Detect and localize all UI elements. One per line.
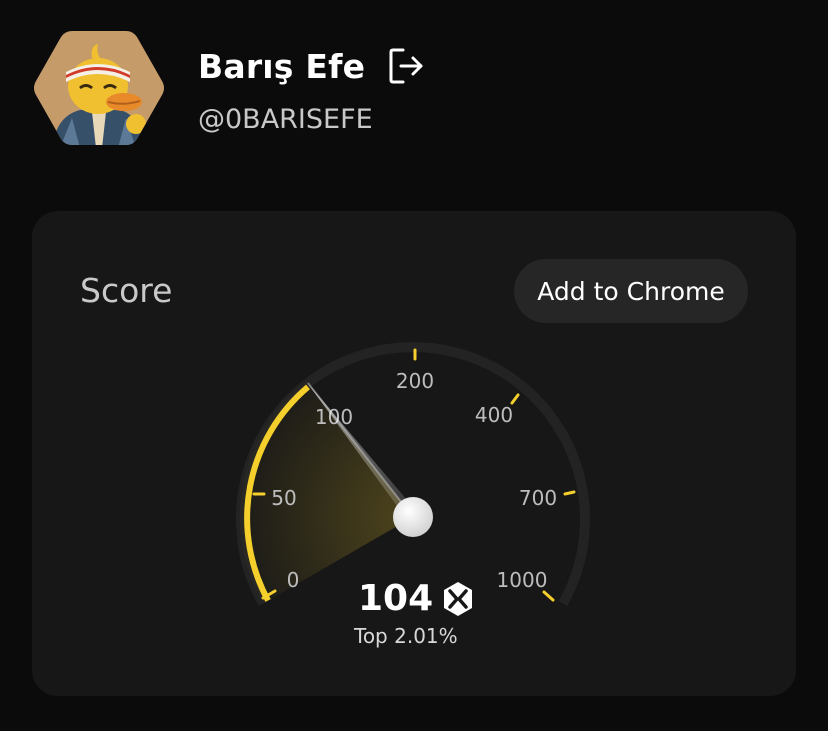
profile-name: Barış Efe	[198, 46, 366, 86]
score-value: 104	[358, 578, 434, 619]
name-row: Barış Efe	[198, 46, 427, 86]
gauge-tick-1000	[542, 590, 555, 602]
xs-logo-icon	[444, 581, 473, 616]
profile-header: Barış Efe @0BARISEFE	[32, 28, 792, 152]
logout-icon[interactable]	[387, 46, 427, 86]
score-rank: Top 2.01%	[354, 624, 458, 648]
gauge-tick-400	[510, 393, 520, 405]
gauge-tick-label-200: 200	[396, 369, 434, 393]
gauge-tick-label-700: 700	[519, 486, 557, 510]
gauge-tick-label-1000: 1000	[497, 568, 548, 592]
gauge-knob	[393, 497, 433, 537]
score-value-row: 104	[358, 578, 475, 619]
gauge-tick-label-400: 400	[475, 403, 513, 427]
gauge-tick-label-50: 50	[271, 486, 296, 510]
avatar[interactable]	[32, 28, 166, 148]
gauge-tick-700	[563, 490, 576, 496]
score-card: Score Add to Chrome 0 50 200 400 700 100…	[32, 211, 796, 696]
gauge-tick-label-0: 0	[287, 568, 300, 592]
profile-handle: @0BARISEFE	[198, 104, 373, 135]
